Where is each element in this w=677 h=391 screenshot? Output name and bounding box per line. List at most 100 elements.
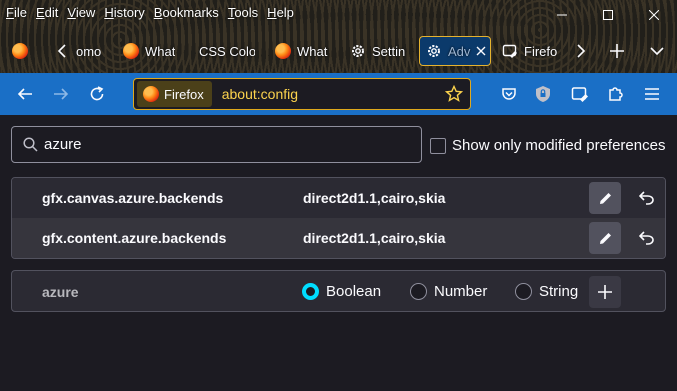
add-pref-button[interactable] — [589, 276, 621, 308]
tab-firefox-pinned[interactable] — [12, 36, 34, 66]
pref-name: gfx.content.azure.backends — [42, 230, 227, 246]
identity-box[interactable]: Firefox — [137, 81, 212, 107]
modified-only-checkbox[interactable]: Show only modified preferences — [430, 137, 665, 154]
tab-label: What — [297, 43, 328, 59]
type-radio-boolean[interactable]: Boolean — [302, 283, 381, 300]
scroll-tabs-right-button[interactable] — [566, 36, 596, 66]
pencil-icon — [599, 232, 611, 244]
config-icon — [571, 87, 588, 102]
minimize-icon — [557, 14, 567, 16]
tab-7[interactable]: Firefo — [502, 36, 558, 66]
reload-button[interactable] — [81, 78, 113, 110]
reload-icon — [90, 86, 104, 101]
tab-3[interactable]: CSS Color — [199, 36, 255, 66]
scroll-tabs-left-button[interactable] — [49, 36, 75, 66]
gear-icon — [350, 43, 366, 59]
firefox-icon — [275, 43, 291, 59]
minimize-button[interactable] — [539, 0, 585, 30]
bookmark-star-button[interactable] — [441, 81, 467, 107]
tab-strip: omo What CSS Color What Settin Adv Firef… — [0, 33, 677, 69]
tab-label: omo — [76, 43, 102, 59]
undo-icon — [639, 231, 654, 245]
radio-selected[interactable] — [302, 283, 319, 300]
add-preference-row: azure Boolean Number String — [11, 270, 666, 312]
plus-icon — [598, 285, 612, 299]
edit-button[interactable] — [589, 182, 621, 214]
menu-edit[interactable]: Edit — [36, 5, 58, 20]
forward-button[interactable] — [45, 78, 77, 110]
menu-bookmarks[interactable]: Bookmarks — [154, 5, 219, 20]
config-icon — [502, 43, 518, 59]
menu-tools[interactable]: Tools — [228, 5, 258, 20]
pocket-button[interactable] — [493, 78, 525, 110]
tab-label: Firefo — [524, 43, 558, 59]
pocket-icon — [502, 88, 516, 100]
chevron-left-icon — [57, 44, 66, 58]
preferences-table: gfx.canvas.azure.backends direct2d1.1,ca… — [11, 177, 666, 259]
gear-icon — [426, 43, 442, 59]
tab-1[interactable]: omo — [76, 36, 106, 66]
new-pref-name: azure — [42, 284, 79, 300]
tab-label: CSS Color — [199, 43, 255, 59]
puzzle-icon — [609, 87, 623, 101]
new-tab-button[interactable] — [602, 36, 632, 66]
privacy-badger-button[interactable] — [527, 78, 559, 110]
tab-4[interactable]: What — [275, 36, 329, 66]
menu-file[interactable]: File — [6, 5, 27, 20]
pref-row[interactable]: gfx.canvas.azure.backends direct2d1.1,ca… — [12, 178, 665, 218]
pencil-icon — [599, 192, 611, 204]
firefox-icon — [123, 43, 139, 59]
shield-lock-icon — [536, 86, 550, 102]
tab-label: Settin — [372, 43, 406, 59]
chevron-down-icon — [650, 47, 664, 56]
undo-icon — [639, 191, 654, 205]
firefox-icon — [12, 43, 28, 59]
url-bar[interactable]: Firefox about:config — [133, 78, 471, 110]
firefox-icon — [143, 86, 159, 102]
arrow-left-icon — [17, 88, 32, 100]
tab-active-advanced[interactable]: Adv — [419, 36, 491, 66]
hamburger-icon — [645, 88, 659, 100]
plus-icon — [610, 44, 624, 58]
reset-button[interactable] — [631, 222, 663, 254]
tab-label: Adv — [448, 43, 471, 59]
pref-value: direct2d1.1,cairo,skia — [303, 190, 446, 206]
search-icon — [22, 137, 38, 153]
url-text[interactable]: about:config — [222, 86, 441, 102]
radio-unselected[interactable] — [515, 283, 532, 300]
menu-help[interactable]: Help — [267, 5, 294, 20]
type-radio-number[interactable]: Number — [410, 283, 487, 300]
back-button[interactable] — [9, 78, 41, 110]
close-window-button[interactable] — [631, 0, 677, 30]
type-radio-string[interactable]: String — [515, 283, 578, 300]
tab-2[interactable]: What — [123, 36, 175, 66]
pref-name: gfx.canvas.azure.backends — [42, 190, 224, 206]
pref-value: direct2d1.1,cairo,skia — [303, 230, 446, 246]
list-all-tabs-button[interactable] — [642, 36, 672, 66]
checkbox-box[interactable] — [430, 137, 446, 154]
tab-settings[interactable]: Settin — [350, 36, 406, 66]
edit-button[interactable] — [589, 222, 621, 254]
pref-row[interactable]: gfx.content.azure.backends direct2d1.1,c… — [12, 218, 665, 258]
search-input[interactable] — [44, 136, 384, 153]
title-tab-area: File Edit View History Bookmarks Tools H… — [0, 0, 677, 73]
modified-only-label: Show only modified preferences — [452, 137, 666, 154]
reset-button[interactable] — [631, 182, 663, 214]
navigation-toolbar: Firefox about:config — [0, 73, 677, 115]
maximize-button[interactable] — [585, 0, 631, 30]
extensions-button[interactable] — [599, 78, 631, 110]
radio-label: String — [539, 283, 579, 300]
chevron-right-icon — [577, 44, 586, 58]
search-box[interactable] — [11, 126, 422, 163]
star-icon — [445, 85, 463, 102]
tab-label: What — [145, 43, 175, 59]
identity-label: Firefox — [164, 86, 204, 102]
close-tab-icon[interactable] — [476, 46, 486, 56]
menu-view[interactable]: View — [67, 5, 95, 20]
menu-history[interactable]: History — [104, 5, 144, 20]
radio-unselected[interactable] — [410, 283, 427, 300]
config-extension-button[interactable] — [564, 78, 596, 110]
arrow-right-icon — [54, 88, 69, 100]
app-menu-button[interactable] — [636, 78, 668, 110]
close-icon — [649, 10, 659, 20]
